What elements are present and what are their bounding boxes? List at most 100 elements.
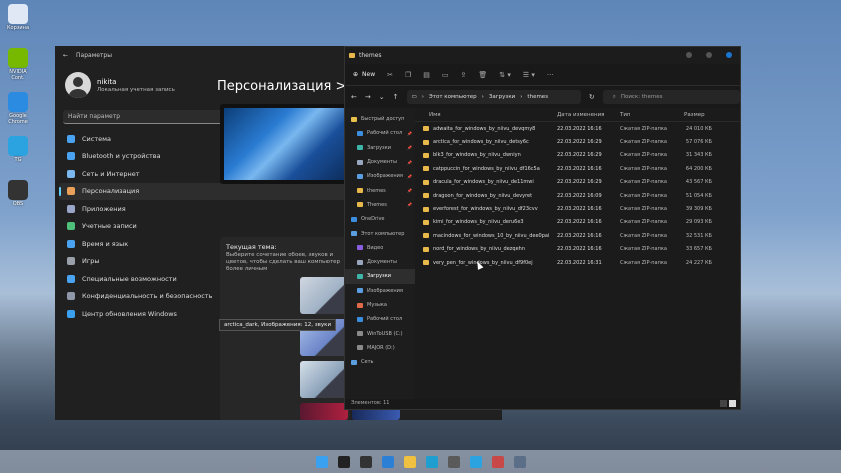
nav-pane-item[interactable]: Музыка (345, 298, 415, 312)
theme-thumbnail[interactable] (300, 277, 348, 314)
new-button[interactable]: ⊕ New (353, 71, 375, 78)
file-row[interactable]: kimi_for_windows_by_niivu_deru6e3 22.03.… (415, 216, 740, 229)
tiles-view-icon[interactable] (729, 399, 736, 407)
nav-pane-item[interactable]: Сеть (345, 355, 415, 369)
settings-title: Параметры (76, 51, 112, 59)
nav-pane-item[interactable]: WinToUSB (C:) (345, 326, 415, 340)
details-view-icon[interactable] (720, 399, 727, 407)
explorer-search-input[interactable]: ⌕ Поиск: themes (602, 90, 740, 104)
start-icon[interactable] (315, 455, 328, 468)
file-row[interactable]: dragoon_for_windows_by_niivu_devyret 22.… (415, 189, 740, 202)
file-size: 43 567 КБ (685, 179, 712, 186)
up-icon[interactable]: ↑ (393, 93, 399, 101)
file-date: 22.03.2022 16:16 (557, 206, 602, 213)
back-arrow-icon[interactable]: ← (63, 52, 68, 59)
column-name[interactable]: Имя (415, 112, 557, 118)
refresh-icon[interactable]: ↻ (589, 93, 595, 101)
desktop-shortcut[interactable]: NVIDIA Cont. (5, 48, 31, 81)
delete-icon[interactable]: 🗑 (478, 71, 487, 79)
breadcrumb-themes[interactable]: themes (527, 94, 548, 100)
folder-icon (357, 273, 363, 279)
nav-pane-item[interactable]: Документы 📌 (345, 155, 415, 169)
minimize-icon[interactable] (686, 52, 692, 58)
desktop-shortcut[interactable]: OBS (5, 180, 31, 207)
search-icon[interactable] (337, 455, 350, 468)
nav-pane-item[interactable]: Themes 📌 (345, 198, 415, 212)
sort-icon[interactable]: ⇅ ▾ (499, 71, 511, 79)
paste-icon[interactable]: ▤ (423, 71, 430, 79)
edge-icon[interactable] (425, 455, 438, 468)
nav-pane-item[interactable]: Рабочий стол 📌 (345, 126, 415, 140)
folder-icon (357, 173, 363, 179)
brush-icon (67, 187, 75, 196)
more-icon[interactable]: ··· (547, 71, 554, 79)
desktop-shortcut[interactable]: Корзина (5, 4, 31, 31)
file-name: nord_for_windows_by_niivu_dezqehn (433, 246, 525, 253)
close-icon[interactable] (726, 52, 732, 58)
file-type: Сжатая ZIP-папка (620, 206, 667, 213)
nav-pane-item[interactable]: Загрузки 📌 (345, 141, 415, 155)
desktop-shortcut-label: NVIDIA Cont. (9, 69, 27, 81)
forward-icon[interactable]: → (365, 93, 371, 101)
time-language-icon (67, 239, 75, 248)
folder-icon (357, 302, 363, 308)
pc-icon (351, 231, 357, 237)
file-row[interactable]: dracula_for_windows_by_niivu_de11mwi 22.… (415, 176, 740, 189)
history-icon[interactable]: ⌄ (379, 93, 385, 101)
theme-thumbnail[interactable] (300, 403, 348, 420)
status-bar: Элементов: 11 (345, 397, 740, 409)
desktop-shortcut[interactable]: Google Chrome (5, 92, 31, 125)
nav-pane-label: Изображения (367, 287, 403, 294)
nav-pane-item[interactable]: Видео (345, 241, 415, 255)
view-icon[interactable]: ☰ ▾ (523, 71, 535, 79)
store-icon[interactable] (447, 455, 460, 468)
file-explorer-icon[interactable] (403, 455, 416, 468)
breadcrumb-this-pc[interactable]: Этот компьютер (429, 94, 477, 100)
nav-pane-item[interactable]: Изображения (345, 284, 415, 298)
file-row[interactable]: everforest_for_windows_by_niivu_df23cvv … (415, 202, 740, 215)
task-view-icon[interactable] (359, 455, 372, 468)
theme-thumbnail[interactable] (300, 361, 348, 398)
share-icon[interactable]: ⇪ (461, 71, 467, 79)
file-size: 33 657 КБ (685, 246, 712, 253)
nav-pane-item[interactable]: Документы (345, 255, 415, 269)
settings-icon[interactable] (513, 455, 526, 468)
nav-pane-item[interactable]: Этот компьютер (345, 226, 415, 240)
nav-pane-item[interactable]: Быстрый доступ (345, 112, 415, 126)
breadcrumb-downloads[interactable]: Загрузки (489, 94, 515, 100)
search-placeholder: Поиск: themes (620, 94, 663, 100)
nav-item-label: Система (82, 134, 112, 143)
file-row[interactable]: very_pen_for_windows_by_niivu_df9f0ej 22… (415, 256, 740, 269)
nav-pane-item[interactable]: Загрузки (345, 269, 415, 284)
nav-pane-item[interactable]: themes 📌 (345, 183, 415, 197)
file-row[interactable]: adwaita_for_windows_by_niivu_devqmy8 22.… (415, 122, 740, 135)
cut-icon[interactable]: ✂ (387, 71, 393, 79)
nav-item-label: Персонализация (82, 187, 140, 196)
copy-icon[interactable]: ❐ (405, 71, 411, 79)
nav-pane-item[interactable]: Изображения 📌 (345, 169, 415, 183)
maximize-icon[interactable] (706, 52, 712, 58)
file-row[interactable]: catppuccin_for_windows_by_niivu_df16c5a … (415, 162, 740, 175)
obs-icon (8, 180, 28, 200)
column-type[interactable]: Тип (620, 112, 672, 118)
zip-folder-icon (423, 139, 429, 145)
zip-folder-icon (423, 233, 429, 239)
column-size[interactable]: Размер (672, 112, 712, 118)
file-row[interactable]: nord_for_windows_by_niivu_dezqehn 22.03.… (415, 243, 740, 256)
address-bar[interactable]: ▭ › Этот компьютер › Загрузки › themes (406, 90, 581, 104)
telegram-icon[interactable] (469, 455, 482, 468)
column-date[interactable]: Дата изменения (557, 112, 620, 118)
app-icon[interactable] (491, 455, 504, 468)
back-icon[interactable]: ← (351, 93, 357, 101)
nav-pane-item[interactable]: OneDrive (345, 212, 415, 226)
widgets-icon[interactable] (381, 455, 394, 468)
nav-pane-item[interactable]: MAJOR (D:) (345, 341, 415, 355)
file-row[interactable]: macindows_for_windows_10_by_niivu_dee0pa… (415, 229, 740, 242)
file-row[interactable]: blk3_for_windows_by_niivu_dwniyn 22.03.2… (415, 149, 740, 162)
rename-icon[interactable]: ▭ (442, 71, 449, 79)
file-type: Сжатая ZIP-папка (620, 165, 667, 172)
desktop-shortcut[interactable]: TG (5, 136, 31, 163)
nav-pane-item[interactable]: Рабочий стол (345, 312, 415, 326)
file-row[interactable]: arctica_for_windows_by_niivu_detsy6c 22.… (415, 135, 740, 148)
current-theme-description: Выберите сочетание обоев, звуков и цвето… (226, 252, 341, 272)
